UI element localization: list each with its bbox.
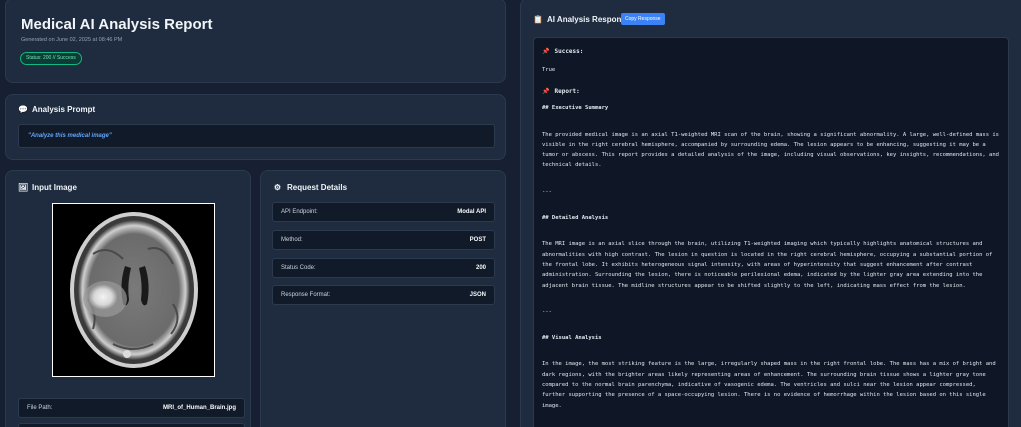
ai-response-header: 📋 AI Analysis Response xyxy=(533,15,630,24)
status-code-value: 200 xyxy=(475,265,486,271)
ai-response-card: 📋 AI Analysis Response Copy Response 📌 S… xyxy=(520,0,1021,427)
response-format-value: JSON xyxy=(469,292,486,298)
mri-brain-scan-image xyxy=(53,204,214,376)
visual-analysis-text: In the image, the most striking feature … xyxy=(542,361,996,409)
generated-timestamp: Generated on June 02, 2025 at 08:46 PM xyxy=(21,37,123,43)
method-value: POST xyxy=(469,237,486,243)
status-badge: Status: 200 // Success xyxy=(20,52,82,65)
method-row: Method: POST xyxy=(272,230,495,250)
request-details-heading: Request Details xyxy=(287,183,348,192)
visual-analysis-heading: ## Visual Analysis xyxy=(542,335,602,342)
response-format-label: Response Format: xyxy=(281,292,331,298)
api-endpoint-label: API Endpoint: xyxy=(281,209,318,215)
executive-summary-text: The provided medical image is an axial T… xyxy=(542,131,999,169)
separator: --- xyxy=(542,308,552,315)
speech-bubble-icon: 💬 xyxy=(18,105,28,114)
prompt-text: "Analyze this medical image" xyxy=(18,124,495,148)
input-image-card: 🖼 Input Image File Path: MRI_of_Human_Br… xyxy=(5,170,251,427)
response-format-row: Response Format: JSON xyxy=(272,285,495,305)
page-title: Medical AI Analysis Report xyxy=(21,16,213,33)
status-code-row: Status Code: 200 xyxy=(272,258,495,278)
request-details-header: ⚙ Request Details xyxy=(273,183,347,192)
response-content[interactable]: 📌 Success: True 📌 Report: ## Executive S… xyxy=(533,37,1009,427)
analysis-prompt-header: 💬 Analysis Prompt xyxy=(18,105,95,114)
gear-icon: ⚙ xyxy=(273,183,282,192)
clipboard-icon: 📋 xyxy=(533,15,543,24)
file-path-value: MRI_of_Human_Brain.jpg xyxy=(162,405,236,411)
method-label: Method: xyxy=(281,237,303,243)
pushpin-icon: 📌 xyxy=(542,48,550,55)
report-header-card: Medical AI Analysis Report Generated on … xyxy=(5,0,506,83)
executive-summary-heading: ## Executive Summary xyxy=(542,105,609,112)
report-label-row: 📌 Report: xyxy=(542,88,1000,95)
copy-response-button[interactable]: Copy Response xyxy=(621,13,665,25)
analysis-prompt-card: 💬 Analysis Prompt "Analyze this medical … xyxy=(5,94,506,160)
pushpin-icon: 📌 xyxy=(542,88,550,96)
file-path-row: File Path: MRI_of_Human_Brain.jpg xyxy=(18,398,245,418)
status-code-label: Status Code: xyxy=(281,265,316,271)
success-value: True xyxy=(542,67,556,73)
detailed-analysis-heading: ## Detailed Analysis xyxy=(542,215,609,222)
ai-response-heading: AI Analysis Response xyxy=(547,15,631,24)
extra-row xyxy=(18,423,245,427)
file-path-label: File Path: xyxy=(27,405,53,411)
analysis-prompt-heading: Analysis Prompt xyxy=(32,105,96,114)
input-image-header: 🖼 Input Image xyxy=(18,183,77,192)
report-label: Report: xyxy=(554,88,580,96)
detailed-analysis-text: The MRI image is an axial slice through … xyxy=(542,241,993,289)
success-label: Success: xyxy=(554,48,584,55)
request-details-card: ⚙ Request Details API Endpoint: Modal AP… xyxy=(260,170,506,427)
mri-image xyxy=(52,203,215,377)
picture-icon: 🖼 xyxy=(18,183,29,192)
separator: --- xyxy=(542,188,552,195)
api-endpoint-value: Modal API xyxy=(457,209,486,215)
api-endpoint-row: API Endpoint: Modal API xyxy=(272,202,495,222)
input-image-heading: Input Image xyxy=(32,183,77,192)
success-label-row: 📌 Success: xyxy=(542,48,1000,55)
